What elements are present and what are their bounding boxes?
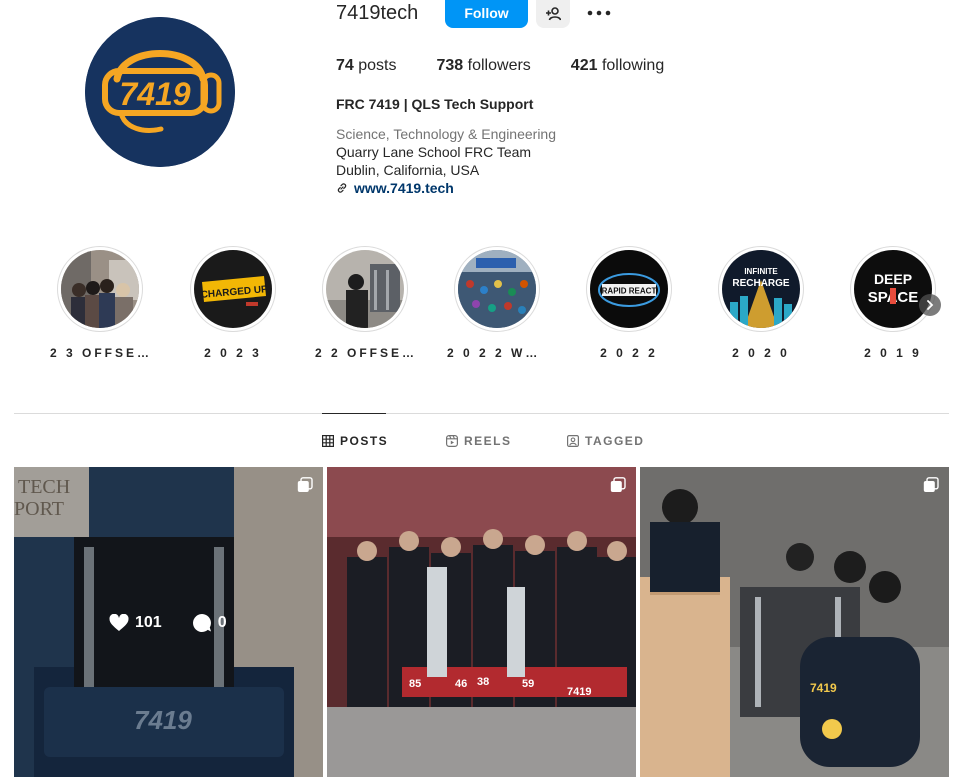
tab-posts-label: POSTS: [340, 434, 389, 448]
heart-icon: [109, 614, 129, 631]
followers-count-value: 738: [436, 57, 464, 74]
profile-category: Science, Technology & Engineering: [336, 126, 557, 142]
highlight-label: 2 0 1 9: [864, 346, 922, 360]
tagged-icon: [567, 435, 579, 447]
add-user-icon: [546, 7, 561, 21]
tab-reels-label: REELS: [464, 434, 512, 448]
highlight-ring: INFINITE RECHARGE: [718, 246, 804, 332]
highlight-cover: CHARGED UP: [194, 250, 272, 328]
profile-full-name: FRC 7419 | QLS Tech Support: [336, 96, 534, 112]
profile-stats: 74 posts 738 followers 421 following: [336, 57, 704, 75]
posts-count-value: 74: [336, 57, 354, 74]
multiple-photos-badge: [923, 477, 939, 498]
comment-icon: [192, 614, 211, 632]
follow-button[interactable]: Follow: [445, 0, 528, 28]
profile-username: 7419tech: [336, 2, 419, 24]
highlight-cover: [458, 250, 536, 328]
post-shirt-number: 7419: [810, 681, 837, 695]
highlight-item[interactable]: 2 0 2 2 WOR...: [442, 246, 552, 360]
highlight-ring: [454, 246, 540, 332]
highlight-label: 2 0 2 0: [732, 346, 790, 360]
highlight-ring: CHARGED UP: [190, 246, 276, 332]
carousel-icon: [610, 477, 626, 492]
tab-posts[interactable]: POSTS: [322, 434, 388, 448]
grid-icon: [322, 435, 334, 447]
highlight-ring: [57, 246, 143, 332]
tab-tagged-label: TAGGED: [585, 434, 645, 448]
highlight-cover: RAPID REACT: [590, 250, 668, 328]
highlight-item[interactable]: CHARGED UP 2 0 2 3: [178, 246, 288, 360]
highlight-item[interactable]: 2 3 OFFSEA...: [45, 246, 155, 360]
highlight-cover-text: INFINITE: [744, 267, 778, 276]
post-bumper-number: 85: [409, 678, 421, 690]
highlight-cover: [61, 250, 139, 328]
avatar-text: 7419: [119, 76, 190, 112]
highlight-label: 2 0 2 3: [204, 346, 262, 360]
suggested-users-button[interactable]: [536, 0, 570, 28]
following-count-label: following: [601, 57, 665, 74]
post-robot-number: 7419: [567, 686, 591, 698]
followers-count-label: followers: [467, 57, 531, 74]
highlight-item[interactable]: 2 2 OFFSEA...: [310, 246, 420, 360]
highlight-ring: DEEP SPACE: [850, 246, 936, 332]
website-text: www.7419.tech: [354, 180, 454, 196]
highlight-cover-text: RAPID REACT: [602, 287, 657, 296]
carousel-icon: [297, 477, 313, 492]
post-bumper-number: 46: [455, 678, 467, 690]
tabs-divider: [14, 413, 949, 414]
tab-reels[interactable]: REELS: [446, 434, 512, 448]
multiple-photos-badge: [610, 477, 626, 498]
chevron-right-icon: [927, 300, 934, 310]
posts-count: 74 posts: [336, 57, 397, 75]
highlight-cover-text: DEEP: [874, 271, 912, 287]
followers-link[interactable]: 738 followers: [437, 57, 531, 75]
post-thumbnail[interactable]: 85 46 38 59 7419: [327, 467, 636, 777]
post-bumper-number: 38: [477, 676, 489, 688]
more-dots-icon: [587, 10, 611, 16]
post-hover-overlay: 101 0: [109, 613, 257, 633]
post-likes-count: 101: [135, 614, 162, 631]
post-likes: 101: [109, 614, 162, 632]
highlight-cover-text: RECHARGE: [732, 278, 790, 289]
carousel-icon: [923, 477, 939, 492]
highlight-item[interactable]: INFINITE RECHARGE 2 0 2 0: [706, 246, 816, 360]
post-bumper-number: 59: [522, 678, 534, 690]
profile-bio-location: Dublin, California, USA: [336, 162, 480, 178]
post-thumbnail[interactable]: 7419: [640, 467, 949, 777]
highlight-cover: DEEP SPACE: [854, 250, 932, 328]
highlight-label: 2 2 OFFSEA...: [315, 346, 415, 360]
highlights-next-button[interactable]: [919, 294, 941, 316]
following-link[interactable]: 421 following: [571, 57, 664, 75]
post-thumbnail[interactable]: TECH PORT 7419 101 0: [14, 467, 323, 777]
more-options-button[interactable]: [586, 4, 612, 22]
profile-bio-line: Quarry Lane School FRC Team: [336, 144, 532, 160]
highlight-item[interactable]: RAPID REACT 2 0 2 2: [574, 246, 684, 360]
highlight-cover: [326, 250, 404, 328]
active-tab-indicator: [322, 413, 386, 414]
following-count-value: 421: [570, 57, 598, 74]
highlight-label: 2 3 OFFSEA...: [50, 346, 150, 360]
profile-avatar[interactable]: 7419: [85, 17, 235, 167]
story-highlights: 2 3 OFFSEA... CHARGED UP 2 0 2 3: [0, 246, 959, 366]
profile-website-link[interactable]: www.7419.tech: [336, 180, 454, 196]
highlight-ring: RAPID REACT: [586, 246, 672, 332]
posts-count-label: posts: [358, 57, 397, 74]
multiple-photos-badge: [297, 477, 313, 498]
post-comments-count: 0: [217, 614, 227, 631]
highlight-label: 2 0 2 2 WOR...: [447, 346, 547, 360]
highlight-label: 2 0 2 2: [600, 346, 658, 360]
post-comments: 0: [192, 613, 227, 633]
reels-icon: [446, 435, 458, 447]
highlight-ring: [322, 246, 408, 332]
link-icon: [337, 183, 347, 193]
tab-tagged[interactable]: TAGGED: [567, 434, 644, 448]
highlight-cover: INFINITE RECHARGE: [722, 250, 800, 328]
